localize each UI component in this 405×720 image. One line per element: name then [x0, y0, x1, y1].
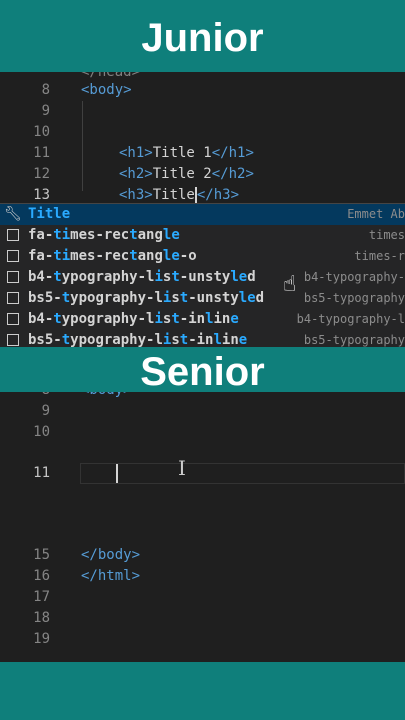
line-number: 10 [33, 124, 50, 140]
h2-open-tag: <h2> [119, 166, 153, 182]
snippet-icon [7, 313, 19, 325]
snippet-icon [7, 292, 19, 304]
h1-close-tag: </h1> [211, 145, 254, 161]
line-number: 9 [41, 403, 50, 419]
suggestion-item[interactable]: bs5-typography-list-unstyled bs5-typogra… [0, 288, 405, 309]
line-number: 10 [33, 424, 50, 440]
snippet-icon [7, 229, 19, 241]
junior-banner: Junior [0, 0, 405, 72]
snippet-icon [7, 271, 19, 283]
code-line-11: 11 <h1>Title 1</h1> [0, 143, 405, 164]
line-number: 19 [33, 631, 50, 647]
suggestion-item[interactable]: fa-times-rectangle-o times-r [0, 246, 405, 267]
suggestion-detail: b4-typography- [303, 270, 405, 284]
ibeam-cursor-icon: I [178, 456, 186, 480]
code-line-9: 9 [0, 401, 405, 422]
code-line-15: 15 </body> [0, 545, 405, 566]
text-caret [116, 464, 118, 483]
line-number: 12 [33, 166, 50, 182]
code-line-10: 10 [0, 422, 405, 443]
line-number: 18 [33, 610, 50, 626]
suggestion-detail: b4-typography-l [296, 312, 405, 326]
line-number: 11 [33, 145, 50, 161]
suggestion-detail: bs5-typography [303, 291, 405, 305]
code-line-19: 19 [0, 629, 405, 650]
line-number: 17 [33, 589, 50, 605]
line-number: 11 [33, 465, 50, 481]
suggestion-label: b4-typography-list-unstyled [28, 269, 256, 285]
h1-text: Title 1 [152, 145, 212, 161]
hand-pointer-icon: ☝︎ [283, 272, 297, 297]
h2-close-tag: </h2> [211, 166, 254, 182]
line-number: 9 [41, 103, 50, 119]
h3-close-tag: </h3> [196, 187, 240, 203]
h3-text: Title [152, 187, 195, 203]
senior-banner: Senior [0, 347, 405, 394]
line-number: 15 [33, 547, 50, 563]
code-line-11: 11 [0, 463, 405, 484]
suggestion-item[interactable]: 🔧︎ Title Emmet Ab [0, 204, 405, 225]
body-open-tag: <body> [81, 82, 132, 98]
autocomplete-suggestions[interactable]: 🔧︎ Title Emmet Ab fa-times-rectangle tim… [0, 203, 405, 348]
snippet-icon [7, 334, 19, 346]
suggestion-label: bs5-typography-list-unstyled [28, 290, 265, 306]
code-line-8: 8 <body> [0, 80, 405, 101]
html-close-tag: </html> [81, 568, 141, 584]
suggestion-detail: Emmet Ab [347, 207, 405, 221]
suggestion-label: fa-times-rectangle [28, 227, 180, 243]
wrench-icon: 🔧︎ [4, 206, 22, 222]
suggestion-detail: times [368, 228, 405, 242]
suggestion-label: Title [28, 206, 71, 222]
text-caret [194, 187, 197, 203]
suggestion-label: fa-times-rectangle-o [28, 248, 197, 264]
code-line-12: 12 <h2>Title 2</h2> [0, 164, 405, 185]
suggestion-item[interactable]: b4-typography-list-inline b4-typography-… [0, 309, 405, 330]
code-line-9: 9 [0, 101, 405, 122]
code-line-17: 17 [0, 587, 405, 608]
bottom-code-editor[interactable]: 8 <body> 9 10 11 I 15 </body> 16 </html>… [0, 372, 405, 662]
line-number: 16 [33, 568, 50, 584]
line-number: 8 [41, 82, 50, 98]
body-close-tag: </body> [81, 547, 141, 563]
code-line-16: 16 </html> [0, 566, 405, 587]
code-line-10: 10 [0, 122, 405, 143]
snippet-icon [7, 250, 19, 262]
h3-open-tag: <h3> [119, 187, 153, 203]
h2-text: Title 2 [152, 166, 212, 182]
suggestion-item[interactable]: fa-times-rectangle times [0, 225, 405, 246]
suggestion-label: b4-typography-list-inline [28, 311, 239, 327]
code-line-18: 18 [0, 608, 405, 629]
suggestion-detail: times-r [354, 249, 405, 263]
h1-open-tag: <h1> [119, 145, 153, 161]
suggestion-item[interactable]: b4-typography-list-unstyled b4-typograph… [0, 267, 405, 288]
